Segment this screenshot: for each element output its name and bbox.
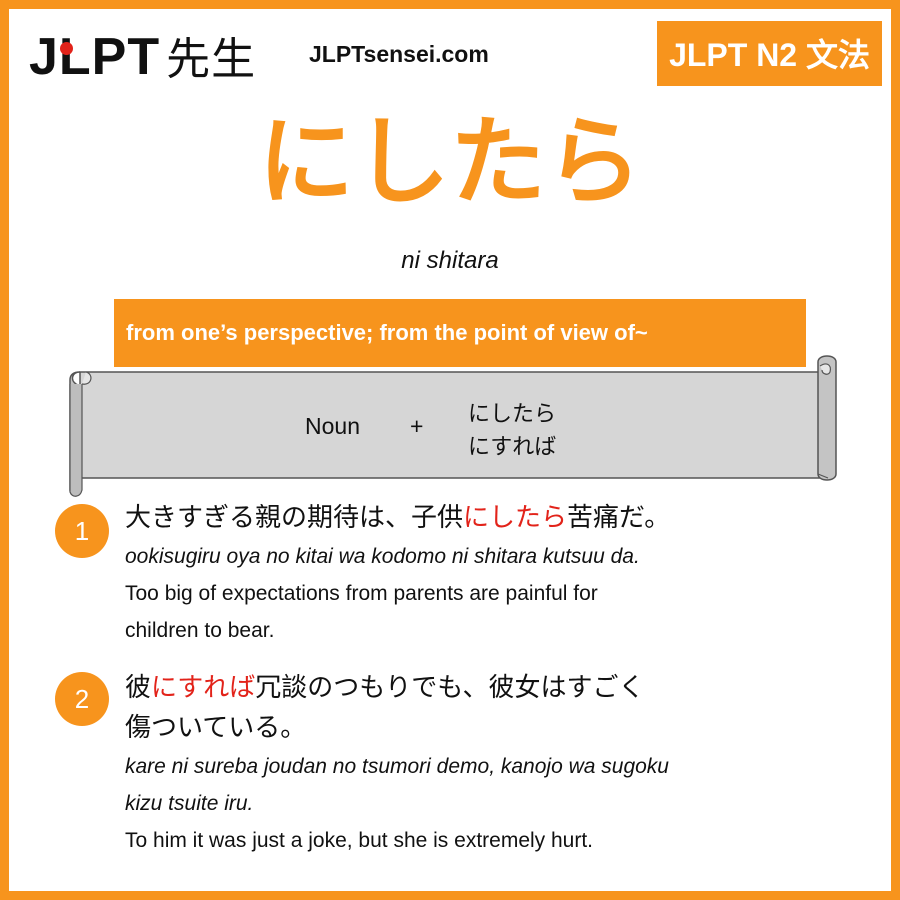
formula-plus: + <box>410 413 424 439</box>
example-english: To him it was just a joke, but she is ex… <box>125 829 594 852</box>
formula-part: Noun <box>305 413 360 439</box>
example-number-badge: 1 <box>55 504 109 558</box>
jp-text: 傷ついている。 <box>125 713 307 743</box>
example-japanese: 傷ついている。 <box>125 708 865 748</box>
example-english: Too big of expectations from parents are… <box>125 582 598 605</box>
example-english: children to bear. <box>125 619 275 642</box>
example-romaji: ookisugiru oya no kitai wa kodomo ni shi… <box>125 545 640 568</box>
example-romaji: kare ni sureba joudan no tsumori demo, k… <box>125 755 669 778</box>
example-japanese: 彼にすれば冗談のつもりでも、彼女はすごく <box>125 668 865 708</box>
example-1: 大きすぎる親の期待は、子供にしたら苦痛だ。 ookisugiru oya no … <box>125 498 865 649</box>
example-number-badge: 2 <box>55 672 109 726</box>
jp-grammar-highlight: にしたら <box>463 503 568 533</box>
formula-form: にしたら <box>468 402 557 427</box>
jp-text: 冗談のつもりでも、彼女はすごく <box>255 673 645 703</box>
example-2: 彼にすれば冗談のつもりでも、彼女はすごく 傷ついている。 kare ni sur… <box>125 668 865 859</box>
jp-text: 彼 <box>125 673 152 703</box>
jp-text: 大きすぎる親の期待は、子供 <box>125 503 464 533</box>
formula-form: にすれば <box>468 435 557 460</box>
example-japanese: 大きすぎる親の期待は、子供にしたら苦痛だ。 <box>125 498 865 538</box>
example-romaji: kizu tsuite iru. <box>125 792 254 815</box>
jp-text: 苦痛だ。 <box>567 503 671 533</box>
jp-grammar-highlight: にすれば <box>151 673 256 703</box>
formula-forms: にしたら にすれば <box>468 398 556 464</box>
